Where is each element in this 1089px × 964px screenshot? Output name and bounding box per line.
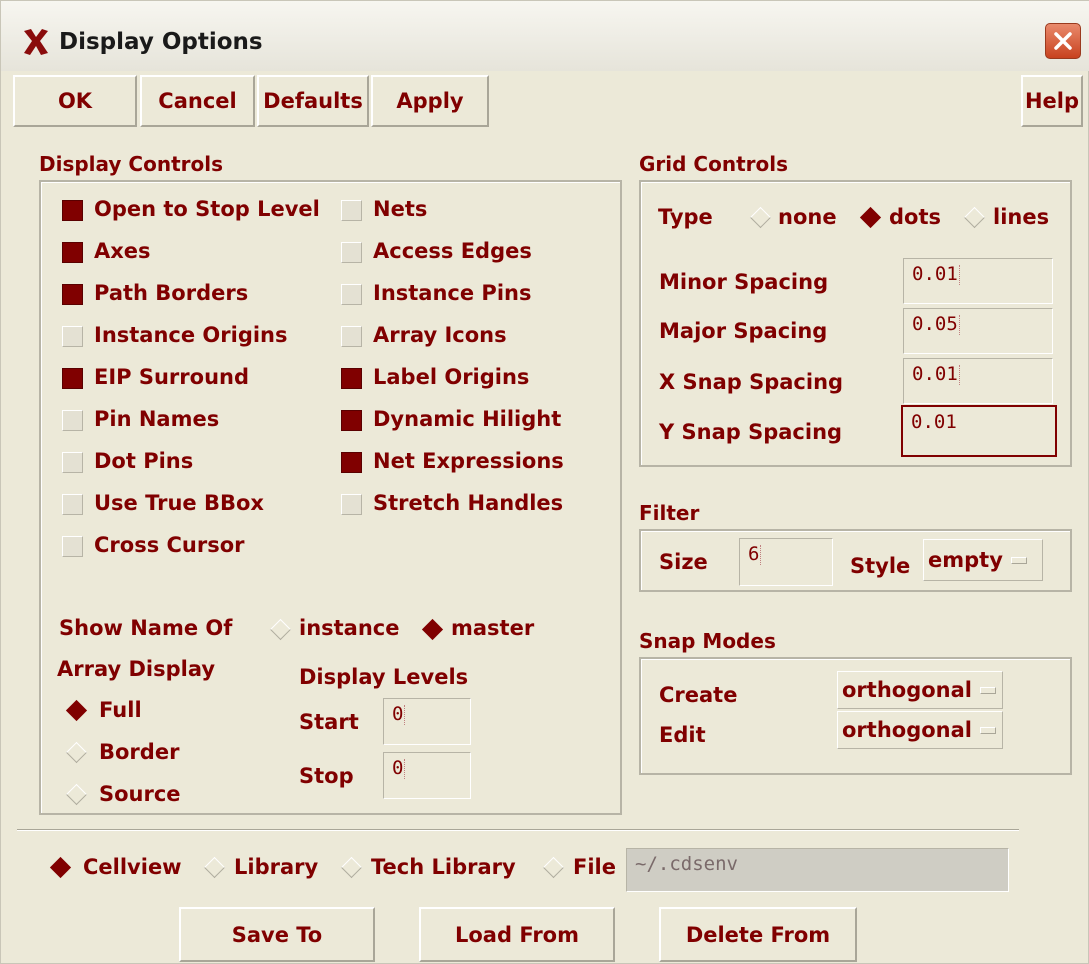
dynamic-hilight-label: Dynamic Hilight bbox=[373, 407, 562, 431]
filter-style-label: Style bbox=[850, 554, 911, 578]
minor-spacing-input[interactable]: 0.01 bbox=[903, 258, 1053, 304]
instance-pins-label: Instance Pins bbox=[373, 281, 532, 305]
use-true-bbox-label: Use True BBox bbox=[94, 491, 264, 515]
eip-surround-label: EIP Surround bbox=[94, 365, 250, 389]
dot-pins-checkbox[interactable] bbox=[62, 452, 83, 473]
open-to-stop-level-label: Open to Stop Level bbox=[94, 197, 320, 221]
grid-dots-label: dots bbox=[889, 205, 941, 229]
tech-library-radio-label: Tech Library bbox=[371, 855, 516, 879]
cellview-radio[interactable] bbox=[49, 856, 72, 879]
eip-surround-checkbox[interactable] bbox=[62, 368, 83, 389]
delete-from-button[interactable]: Delete From bbox=[659, 907, 857, 962]
display-levels-label: Display Levels bbox=[299, 665, 469, 689]
array-icons-checkbox[interactable] bbox=[341, 326, 362, 347]
close-button[interactable] bbox=[1045, 23, 1081, 59]
access-edges-label: Access Edges bbox=[373, 239, 532, 263]
ok-button[interactable]: OK bbox=[13, 75, 137, 127]
filter-style-dropdown[interactable]: empty bbox=[923, 539, 1043, 581]
grid-type-label: Type bbox=[658, 205, 713, 229]
start-label: Start bbox=[299, 710, 359, 734]
display-controls-title: Display Controls bbox=[39, 152, 223, 176]
label-origins-checkbox[interactable] bbox=[341, 368, 362, 389]
stretch-handles-label: Stretch Handles bbox=[373, 491, 564, 515]
use-true-bbox-checkbox[interactable] bbox=[62, 494, 83, 515]
grid-controls-title: Grid Controls bbox=[639, 152, 788, 176]
nets-label: Nets bbox=[373, 197, 428, 221]
minor-spacing-label: Minor Spacing bbox=[659, 270, 829, 294]
master-radio-label: master bbox=[451, 616, 535, 640]
stretch-handles-checkbox[interactable] bbox=[341, 494, 362, 515]
create-label: Create bbox=[659, 683, 738, 707]
source-radio-label: Source bbox=[99, 782, 181, 806]
instance-pins-checkbox[interactable] bbox=[341, 284, 362, 305]
filter-size-input[interactable]: 6 bbox=[739, 538, 833, 586]
cellview-radio-label: Cellview bbox=[83, 855, 182, 879]
cross-cursor-label: Cross Cursor bbox=[94, 533, 245, 557]
x-snap-spacing-input[interactable]: 0.01 bbox=[903, 358, 1053, 404]
dot-pins-label: Dot Pins bbox=[94, 449, 194, 473]
save-to-button[interactable]: Save To bbox=[179, 907, 375, 962]
filter-size-label: Size bbox=[659, 550, 708, 574]
start-level-input[interactable]: 0 bbox=[383, 698, 471, 745]
axes-label: Axes bbox=[94, 239, 151, 263]
axes-checkbox[interactable] bbox=[62, 242, 83, 263]
apply-button[interactable]: Apply bbox=[371, 75, 489, 127]
x-snap-spacing-label: X Snap Spacing bbox=[659, 370, 844, 394]
edit-label: Edit bbox=[659, 723, 706, 747]
pin-names-checkbox[interactable] bbox=[62, 410, 83, 431]
major-spacing-label: Major Spacing bbox=[659, 319, 828, 343]
filter-title: Filter bbox=[639, 501, 700, 525]
edit-snap-mode-dropdown[interactable]: orthogonal bbox=[837, 711, 1003, 749]
cancel-button[interactable]: Cancel bbox=[140, 75, 255, 127]
defaults-button[interactable]: Defaults bbox=[257, 75, 369, 127]
create-snap-mode-dropdown[interactable]: orthogonal bbox=[837, 671, 1003, 709]
snap-modes-title: Snap Modes bbox=[639, 629, 776, 653]
access-edges-checkbox[interactable] bbox=[341, 242, 362, 263]
y-snap-spacing-input[interactable]: 0.01 bbox=[901, 405, 1057, 457]
dropdown-indicator-icon bbox=[1010, 556, 1027, 564]
major-spacing-input[interactable]: 0.05 bbox=[903, 308, 1053, 354]
array-icons-label: Array Icons bbox=[373, 323, 507, 347]
bottom-separator bbox=[17, 829, 1019, 831]
file-radio[interactable] bbox=[542, 856, 565, 879]
grid-lines-label: lines bbox=[993, 205, 1050, 229]
file-path-input[interactable]: ~/.cdsenv bbox=[626, 848, 1009, 892]
tech-library-radio[interactable] bbox=[340, 856, 363, 879]
instance-origins-label: Instance Origins bbox=[94, 323, 288, 347]
instance-origins-checkbox[interactable] bbox=[62, 326, 83, 347]
show-name-of-label: Show Name Of bbox=[59, 616, 233, 640]
path-borders-checkbox[interactable] bbox=[62, 284, 83, 305]
dropdown-indicator-icon bbox=[979, 686, 996, 694]
net-expressions-label: Net Expressions bbox=[373, 449, 564, 473]
grid-none-label: none bbox=[778, 205, 837, 229]
array-display-label: Array Display bbox=[57, 657, 216, 681]
path-borders-label: Path Borders bbox=[94, 281, 249, 305]
title-bar[interactable]: Display Options bbox=[1, 1, 1089, 71]
window-title: Display Options bbox=[59, 29, 263, 55]
dynamic-hilight-checkbox[interactable] bbox=[341, 410, 362, 431]
file-radio-label: File bbox=[573, 855, 616, 879]
stop-label: Stop bbox=[299, 764, 354, 788]
nets-checkbox[interactable] bbox=[341, 200, 362, 221]
app-x-icon bbox=[24, 29, 48, 55]
close-icon bbox=[1054, 32, 1072, 50]
display-options-window: Display Options OK Cancel Defaults Apply… bbox=[0, 0, 1089, 964]
y-snap-spacing-label: Y Snap Spacing bbox=[659, 420, 843, 444]
label-origins-label: Label Origins bbox=[373, 365, 530, 389]
net-expressions-checkbox[interactable] bbox=[341, 452, 362, 473]
open-to-stop-level-checkbox[interactable] bbox=[62, 200, 83, 221]
instance-radio-label: instance bbox=[299, 616, 400, 640]
library-radio-label: Library bbox=[234, 855, 319, 879]
full-radio-label: Full bbox=[99, 698, 142, 722]
pin-names-label: Pin Names bbox=[94, 407, 220, 431]
dropdown-indicator-icon bbox=[979, 726, 996, 734]
load-from-button[interactable]: Load From bbox=[419, 907, 615, 962]
help-button[interactable]: Help bbox=[1021, 75, 1083, 127]
library-radio[interactable] bbox=[203, 856, 226, 879]
cross-cursor-checkbox[interactable] bbox=[62, 536, 83, 557]
stop-level-input[interactable]: 0 bbox=[383, 752, 471, 799]
border-radio-label: Border bbox=[99, 740, 180, 764]
